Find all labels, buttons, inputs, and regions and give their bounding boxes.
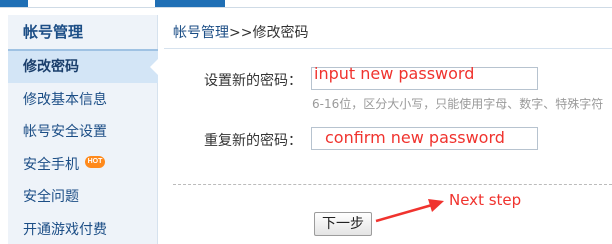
- sidebar-item-account-security[interactable]: 帐号安全设置: [8, 116, 158, 148]
- annotation-arrow-icon: [375, 199, 444, 223]
- breadcrumb-divider: [164, 48, 612, 49]
- breadcrumb-separator: >>: [229, 25, 253, 41]
- sidebar-title: 帐号管理: [23, 23, 84, 41]
- frame-divider: [0, 7, 612, 8]
- form-separator: [173, 184, 612, 185]
- sidebar-item-label: 安全手机: [23, 157, 79, 173]
- new-password-label: 设置新的密码：: [204, 73, 302, 89]
- breadcrumb: 帐号管理>>修改密码: [173, 21, 308, 45]
- sidebar-item-basic-info[interactable]: 修改基本信息: [8, 84, 158, 116]
- sidebar-item-label: 帐号安全设置: [23, 124, 107, 140]
- sidebar-item-label: 开通游戏付费: [23, 222, 107, 238]
- breadcrumb-parent-link[interactable]: 帐号管理: [173, 25, 229, 41]
- hot-badge: HOT: [85, 156, 105, 168]
- sidebar-item-change-password[interactable]: 修改密码: [8, 51, 159, 83]
- sidebar-item-security-phone[interactable]: 安全手机 HOT: [8, 149, 158, 181]
- password-rule-hint: 6-16位，区分大小写，只能使用字母、数字、特殊字符: [312, 97, 604, 111]
- confirm-password-label: 重复新的密码：: [204, 133, 302, 149]
- annotation-next-step: Next step: [449, 191, 522, 209]
- top-nav-tab-edge[interactable]: [0, 0, 28, 7]
- sidebar-item-label: 修改密码: [23, 59, 79, 75]
- sidebar-item-label: 安全问题: [23, 189, 79, 205]
- sidebar-item-security-question[interactable]: 安全问题: [8, 181, 158, 213]
- sidebar-item-label: 修改基本信息: [23, 92, 107, 108]
- top-nav-strip: [0, 0, 612, 7]
- top-nav-tab-edge[interactable]: [155, 0, 225, 7]
- breadcrumb-current: 修改密码: [252, 25, 309, 41]
- sidebar-item-game-payment[interactable]: 开通游戏付费: [8, 214, 158, 244]
- annotation-confirm-new-password: confirm new password: [325, 128, 505, 147]
- sidebar: 帐号管理 修改密码 修改基本信息 帐号安全设置 安全手机 HOT 安全问题 开通游…: [8, 15, 159, 244]
- next-step-button[interactable]: 下一步: [314, 212, 372, 236]
- annotation-input-new-password: input new password: [314, 64, 475, 83]
